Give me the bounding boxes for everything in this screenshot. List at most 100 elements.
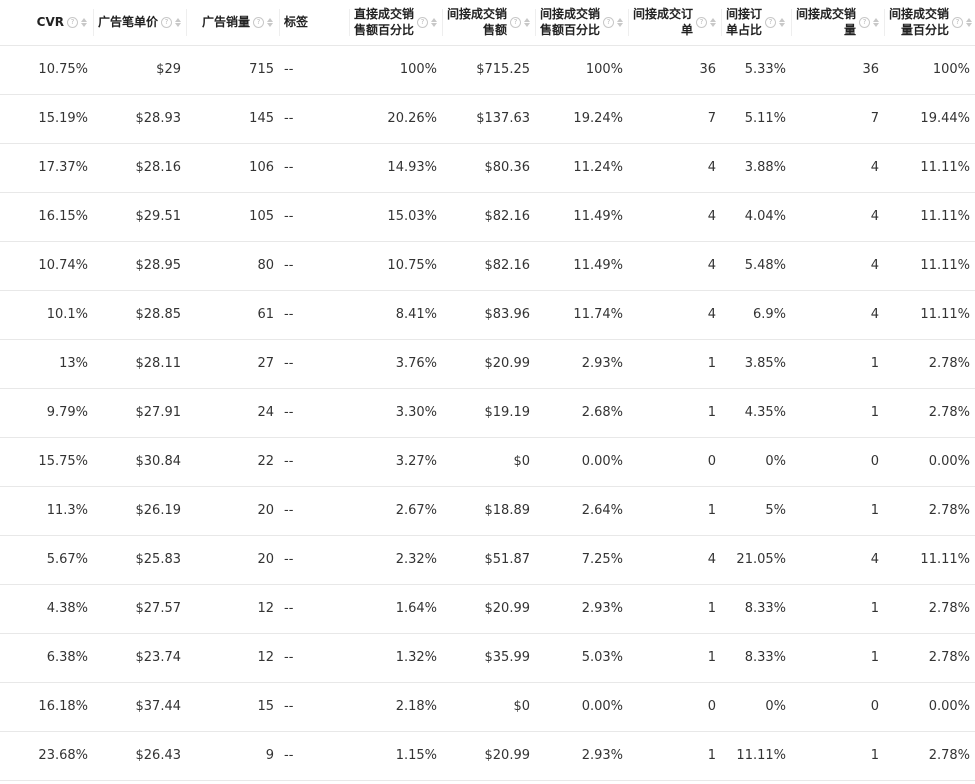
cell-direct-sales-pct: 3.27% [349, 437, 442, 487]
cell-indirect-qty-pct: 11.11% [884, 535, 975, 585]
cell-indirect-qty: 1 [791, 731, 884, 781]
cell-indirect-sales-pct: 7.25% [535, 535, 628, 585]
cell-cvr: 16.18% [0, 682, 93, 732]
sort-icon[interactable] [524, 17, 531, 27]
cell-indirect-orders: 1 [628, 584, 721, 634]
cell-indirect-order-share: 21.05% [721, 535, 791, 585]
cell-ad-unit-price: $27.57 [93, 584, 186, 634]
sort-icon[interactable] [873, 17, 880, 27]
column-header-ad-unit-price[interactable]: 广告笔单价? [93, 0, 186, 46]
help-icon[interactable]: ? [253, 16, 264, 28]
cell-indirect-order-share: 5% [721, 486, 791, 536]
sort-icon[interactable] [81, 17, 88, 27]
cell-indirect-order-share: 3.88% [721, 143, 791, 193]
help-icon[interactable]: ? [510, 16, 522, 28]
column-header-indirect-qty-pct[interactable]: 间接成交销 量百分比? [884, 0, 975, 46]
cell-tags: -- [279, 584, 349, 634]
cell-ad-sales-qty: 145 [186, 94, 279, 144]
cell-indirect-qty-pct: 100% [884, 45, 975, 95]
help-icon[interactable]: ? [417, 16, 429, 28]
cell-tags: -- [279, 682, 349, 732]
cell-cvr: 10.1% [0, 290, 93, 340]
cell-indirect-qty: 0 [791, 437, 884, 487]
sort-icon[interactable] [175, 17, 182, 27]
cell-tags: -- [279, 388, 349, 438]
cell-indirect-orders: 4 [628, 143, 721, 193]
column-header-indirect-qty[interactable]: 间接成交销量? [791, 0, 884, 46]
cell-ad-sales-qty: 24 [186, 388, 279, 438]
help-icon[interactable]: ? [603, 16, 615, 28]
help-icon[interactable]: ? [696, 16, 708, 28]
column-header-indirect-order-share[interactable]: 间接订 单占比? [721, 0, 791, 46]
help-icon[interactable]: ? [161, 16, 173, 28]
cell-indirect-sales: $83.96 [442, 290, 535, 340]
cell-tags: -- [279, 143, 349, 193]
column-header-indirect-orders[interactable]: 间接成交订单? [628, 0, 721, 46]
cell-ad-sales-qty: 106 [186, 143, 279, 193]
cell-ad-unit-price: $27.91 [93, 388, 186, 438]
cell-ad-sales-qty: 9 [186, 731, 279, 781]
cell-indirect-qty-pct: 2.78% [884, 731, 975, 781]
cell-indirect-sales: $18.89 [442, 486, 535, 536]
cell-indirect-orders: 4 [628, 290, 721, 340]
cell-direct-sales-pct: 1.15% [349, 731, 442, 781]
cell-ad-unit-price: $30.84 [93, 437, 186, 487]
help-icon[interactable]: ? [67, 16, 78, 28]
cell-indirect-sales: $82.16 [442, 241, 535, 291]
table-row: 10.1% $28.85 61 -- 8.41% $83.96 11.74% 4 6.9% 4 11… [0, 290, 975, 340]
cell-direct-sales-pct: 2.67% [349, 486, 442, 536]
cell-indirect-qty-pct: 0.00% [884, 682, 975, 732]
sort-icon[interactable] [710, 17, 717, 27]
help-icon[interactable]: ? [952, 16, 964, 28]
cell-ad-sales-qty: 61 [186, 290, 279, 340]
cell-indirect-qty-pct: 19.44% [884, 94, 975, 144]
cell-indirect-sales-pct: 2.93% [535, 339, 628, 389]
cell-indirect-order-share: 5.11% [721, 94, 791, 144]
table-row: 6.38% $23.74 12 -- 1.32% $35.99 5.03% 1 8.33% 1 2.… [0, 633, 975, 683]
help-icon[interactable]: ? [859, 16, 871, 28]
cell-indirect-qty: 4 [791, 535, 884, 585]
cell-ad-sales-qty: 20 [186, 535, 279, 585]
cell-indirect-qty-pct: 0.00% [884, 437, 975, 487]
table-row: 10.74% $28.95 80 -- 10.75% $82.16 11.49% 4 5.48%… [0, 241, 975, 291]
cell-tags: -- [279, 45, 349, 95]
cell-direct-sales-pct: 14.93% [349, 143, 442, 193]
table-row: 15.19% $28.93 145 -- 20.26% $137.63 19.24% 7 5.1… [0, 94, 975, 144]
cell-indirect-orders: 1 [628, 633, 721, 683]
cell-tags: -- [279, 290, 349, 340]
cell-indirect-sales-pct: 2.93% [535, 584, 628, 634]
sort-icon[interactable] [966, 17, 973, 27]
cell-indirect-orders: 0 [628, 437, 721, 487]
column-label: 间接成交订单 [633, 7, 694, 38]
cell-direct-sales-pct: 8.41% [349, 290, 442, 340]
cell-ad-sales-qty: 22 [186, 437, 279, 487]
column-header-cvr[interactable]: CVR? [0, 0, 93, 46]
cell-indirect-sales: $19.19 [442, 388, 535, 438]
cell-indirect-orders: 4 [628, 241, 721, 291]
column-header-indirect-sales-pct[interactable]: 间接成交销 售额百分比? [535, 0, 628, 46]
column-label: 直接成交销 售额百分比 [354, 7, 415, 38]
cell-cvr: 10.75% [0, 45, 93, 95]
cell-indirect-qty: 4 [791, 290, 884, 340]
column-label: CVR [36, 15, 64, 30]
cell-indirect-orders: 0 [628, 682, 721, 732]
sort-icon[interactable] [431, 17, 438, 27]
help-icon[interactable]: ? [765, 16, 777, 28]
cell-ad-sales-qty: 20 [186, 486, 279, 536]
cell-ad-unit-price: $28.95 [93, 241, 186, 291]
column-header-ad-sales-qty[interactable]: 广告销量? [186, 0, 279, 46]
cell-cvr: 6.38% [0, 633, 93, 683]
cell-cvr: 16.15% [0, 192, 93, 242]
sort-icon[interactable] [779, 17, 786, 27]
column-header-indirect-sales[interactable]: 间接成交销 售额? [442, 0, 535, 46]
cell-tags: -- [279, 241, 349, 291]
cell-indirect-sales-pct: 0.00% [535, 437, 628, 487]
cell-tags: -- [279, 192, 349, 242]
column-label: 间接成交销量 [796, 7, 857, 38]
column-header-direct-sales-pct[interactable]: 直接成交销 售额百分比? [349, 0, 442, 46]
cell-tags: -- [279, 633, 349, 683]
sort-icon[interactable] [617, 17, 624, 27]
cell-direct-sales-pct: 1.64% [349, 584, 442, 634]
cell-indirect-qty-pct: 2.78% [884, 486, 975, 536]
sort-icon[interactable] [267, 17, 274, 27]
